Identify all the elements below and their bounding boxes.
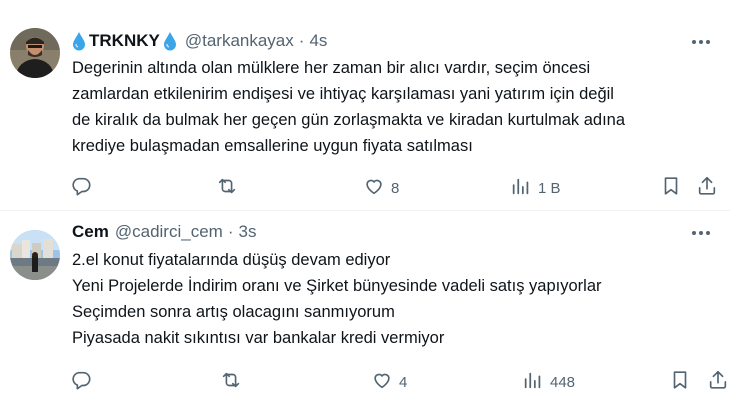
water-drop-emoji-icon — [163, 31, 177, 51]
share-button[interactable] — [707, 370, 729, 394]
views-button[interactable]: 1 B — [510, 176, 561, 200]
timestamp[interactable]: 4s — [309, 31, 327, 51]
bookmark-icon — [669, 369, 691, 395]
reply-icon — [70, 369, 92, 395]
share-icon — [696, 175, 718, 201]
like-count: 4 — [399, 373, 408, 391]
more-icon[interactable] — [690, 222, 712, 244]
tweet-text-line: krediye bulaşmadan emsallerine uygun fiy… — [72, 137, 473, 155]
retweet-button[interactable] — [220, 370, 242, 394]
tweet-text-line: zamlardan etkilenirim endişesi ve ihtiya… — [72, 85, 614, 103]
like-button[interactable]: 4 — [371, 370, 407, 394]
reply-button[interactable] — [70, 176, 92, 200]
tweet[interactable]: TRKNKY @tarkankayax · 4s Degerinin altın… — [0, 0, 730, 211]
tweet-text-line: 2.el konut fiyatalarında düşüş devam edi… — [72, 251, 391, 269]
like-count: 8 — [391, 179, 400, 197]
retweet-icon — [216, 175, 238, 201]
views-button[interactable]: 448 — [522, 370, 575, 394]
retweet-button[interactable] — [216, 176, 238, 200]
user-handle[interactable]: @tarkankayax — [185, 31, 294, 51]
tweet-header: TRKNKY @tarkankayax · 4s — [72, 30, 327, 52]
tweet-header: Cem @cadirci_cem · 3s — [72, 221, 256, 243]
tweet-text-line: de kiralık da bulmak her geçen gün zorla… — [72, 111, 626, 129]
display-name[interactable]: Cem — [72, 222, 109, 242]
reply-button[interactable] — [70, 370, 92, 394]
views-icon — [522, 369, 544, 395]
user-handle[interactable]: @cadirci_cem — [115, 222, 223, 242]
retweet-icon — [220, 369, 242, 395]
like-icon — [363, 175, 385, 201]
tweet-text: 2.el konut fiyatalarında düşüş devam edi… — [72, 247, 712, 351]
action-bar: 8 1 B — [70, 176, 720, 200]
display-name[interactable]: TRKNKY — [89, 31, 160, 51]
share-button[interactable] — [696, 176, 718, 200]
bookmark-button[interactable] — [669, 370, 691, 394]
tweet-text-line: Degerinin altında olan mülklere her zama… — [72, 59, 591, 77]
share-icon — [707, 369, 729, 395]
views-count: 1 B — [538, 179, 561, 197]
avatar[interactable] — [10, 230, 60, 280]
timestamp[interactable]: 3s — [238, 222, 256, 242]
views-icon — [510, 175, 532, 201]
views-count: 448 — [550, 373, 576, 391]
separator-dot: · — [298, 31, 305, 50]
tweet-text: Degerinin altında olan mülklere her zama… — [72, 55, 712, 159]
tweet-text-line: Piyasada nakit sıkıntısı var bankalar kr… — [72, 329, 445, 347]
like-button[interactable]: 8 — [363, 176, 399, 200]
separator-dot: · — [227, 222, 234, 241]
bookmark-icon — [660, 175, 682, 201]
bookmark-button[interactable] — [660, 176, 682, 200]
more-icon[interactable] — [690, 31, 712, 53]
avatar[interactable] — [10, 28, 60, 78]
tweet[interactable]: Cem @cadirci_cem · 3s 2.el konut fiyatal… — [0, 211, 730, 420]
tweet-text-line: Seçimden sonra artış olacagını sanmıyoru… — [72, 303, 395, 321]
like-icon — [371, 369, 393, 395]
reply-icon — [70, 175, 92, 201]
water-drop-emoji-icon — [72, 31, 86, 51]
action-bar: 4 448 — [70, 370, 727, 394]
tweet-text-line: Yeni Projelerde İndirim oranı ve Şirket … — [72, 277, 602, 295]
